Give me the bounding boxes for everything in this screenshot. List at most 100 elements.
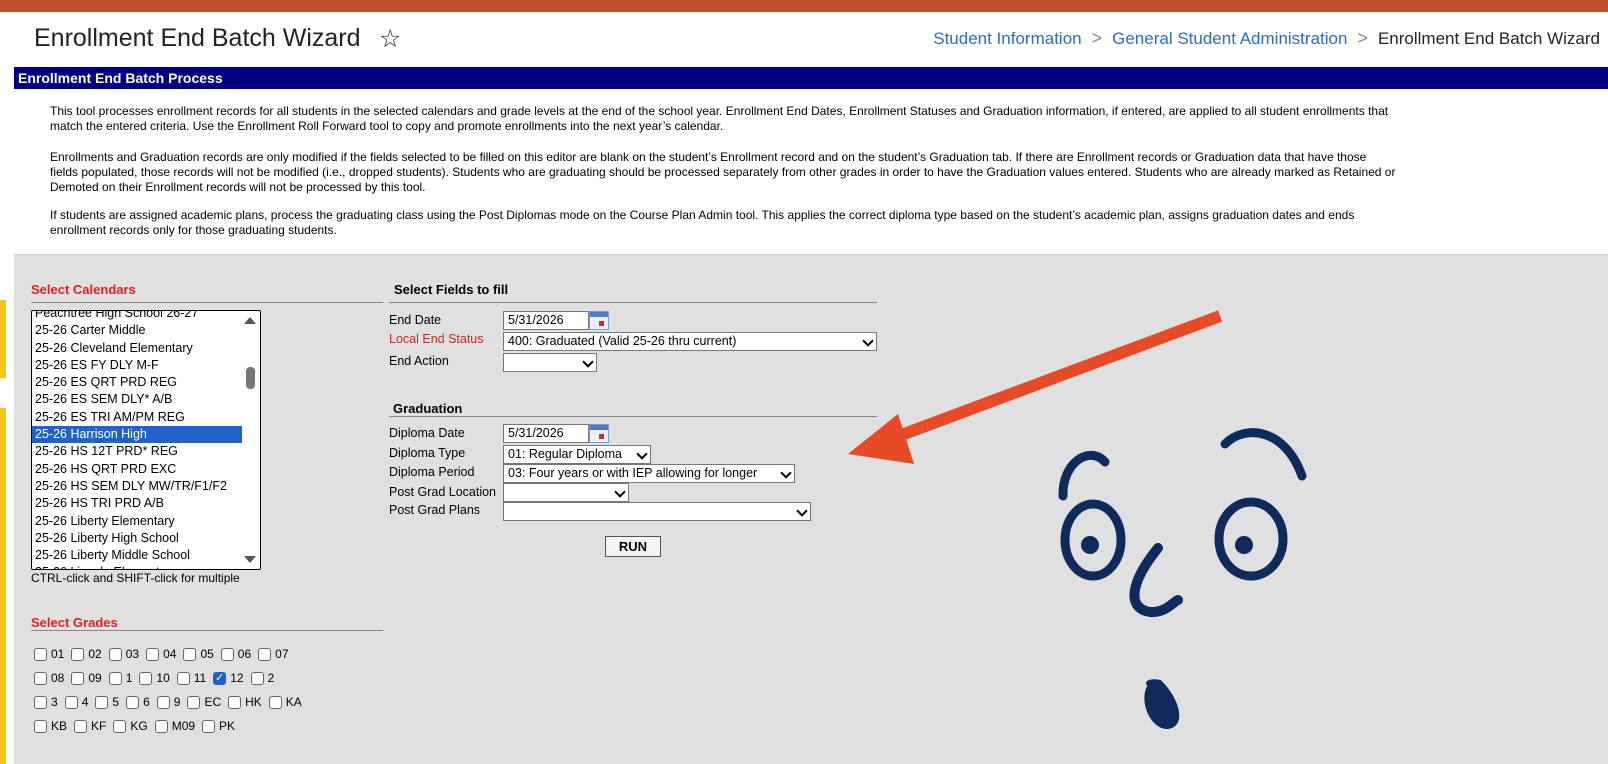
grade-checkbox[interactable] — [71, 671, 85, 685]
grade-checkbox-item[interactable]: HK — [228, 695, 262, 709]
calendar-option[interactable]: 25-26 ES SEM DLY* A/B — [32, 391, 260, 408]
grade-checkbox-item[interactable]: 2 — [250, 671, 274, 685]
grade-checkbox-item[interactable]: 08 — [34, 671, 64, 685]
grade-checkbox[interactable] — [108, 647, 122, 661]
grade-checkbox-item[interactable]: 9 — [156, 695, 181, 709]
diploma-period-select[interactable]: 03: Four years or with IEP allowing for … — [503, 464, 795, 483]
grade-checkbox[interactable] — [71, 647, 85, 661]
grade-checkbox-item[interactable]: EC — [187, 695, 221, 709]
calendar-option[interactable]: 25-26 Liberty High School — [32, 530, 260, 547]
grade-checkbox[interactable] — [268, 695, 282, 709]
calendar-picker-icon[interactable] — [589, 424, 609, 443]
diploma-type-value: 01: Regular Diploma — [508, 447, 622, 461]
breadcrumb-student-information[interactable]: Student Information — [933, 29, 1081, 49]
calendar-option[interactable]: 25-26 Lincoln Elementary — [32, 564, 260, 569]
grade-checkbox-item[interactable]: KG — [113, 719, 148, 733]
grade-checkbox-item[interactable]: KF — [74, 719, 106, 733]
grade-label: 9 — [173, 695, 181, 709]
grade-checkbox[interactable] — [258, 647, 272, 661]
grade-checkbox-item[interactable]: 01 — [34, 647, 64, 661]
grade-checkbox[interactable] — [176, 671, 190, 685]
grade-checkbox[interactable] — [146, 647, 160, 661]
top-accent-bar — [0, 0, 1608, 12]
calendar-option[interactable]: 25-26 HS QRT PRD EXC — [32, 461, 260, 478]
end-date-input[interactable]: 5/31/2026 — [503, 311, 589, 330]
grade-checkbox[interactable] — [250, 671, 264, 685]
grade-checkbox[interactable]: ✓ — [213, 671, 227, 685]
grade-checkbox[interactable] — [202, 719, 216, 733]
calendar-option[interactable]: 25-26 Carter Middle — [32, 322, 260, 339]
select-fields-label: Select Fields to fill — [394, 282, 509, 297]
calendar-option[interactable]: 25-26 ES QRT PRD REG — [32, 374, 260, 391]
grade-checkbox-item[interactable]: PK — [202, 719, 235, 733]
calendar-option[interactable]: 25-26 HS TRI PRD A/B — [32, 495, 260, 512]
grade-checkbox[interactable] — [156, 695, 170, 709]
grade-checkbox[interactable] — [34, 647, 47, 661]
scroll-up-icon[interactable] — [244, 317, 256, 324]
favorite-star-icon[interactable]: ☆ — [379, 24, 401, 54]
grade-checkbox[interactable] — [126, 695, 140, 709]
grade-checkbox-item[interactable]: 05 — [183, 647, 214, 661]
grade-checkbox-item[interactable]: 11 — [176, 671, 206, 685]
grade-label: KG — [130, 719, 148, 733]
grade-checkbox[interactable] — [220, 647, 234, 661]
calendar-option[interactable]: Peachtree High School 26-27 — [32, 311, 260, 322]
grade-checkbox[interactable] — [34, 719, 47, 733]
grade-checkbox-item[interactable]: 07 — [258, 647, 289, 661]
grade-checkbox[interactable] — [113, 719, 127, 733]
calendar-option[interactable]: 25-26 Cleveland Elementary — [32, 340, 260, 357]
chevron-down-icon — [582, 356, 594, 368]
grade-checkbox[interactable] — [183, 647, 197, 661]
scroll-thumb[interactable] — [246, 367, 255, 389]
grade-checkbox[interactable] — [64, 695, 78, 709]
calendar-listbox[interactable]: Peachtree High School 26-27 25-26 Carter … — [31, 310, 261, 570]
grade-checkbox[interactable] — [228, 695, 242, 709]
grade-checkbox-item[interactable]: 06 — [220, 647, 251, 661]
breadcrumb-general-student-administration[interactable]: General Student Administration — [1112, 29, 1347, 49]
grade-checkbox[interactable] — [74, 719, 88, 733]
grade-checkbox-item[interactable]: 3 — [34, 695, 58, 709]
grade-checkbox-item[interactable]: KB — [34, 719, 67, 733]
diploma-date-input[interactable]: 5/31/2026 — [503, 424, 589, 443]
post-grad-location-select[interactable] — [503, 483, 629, 502]
grade-checkbox[interactable] — [34, 671, 47, 685]
grade-checkbox[interactable] — [139, 671, 153, 685]
calendar-option[interactable]: 25-26 ES TRI AM/PM REG — [32, 409, 260, 426]
calendar-option[interactable]: 25-26 Liberty Elementary — [32, 513, 260, 530]
grade-checkbox-item[interactable]: 4 — [64, 695, 88, 709]
grade-checkbox-item[interactable]: 10 — [139, 671, 170, 685]
grade-checkbox-item[interactable]: KA — [268, 695, 302, 709]
select-calendars-label: Select Calendars — [31, 282, 136, 297]
grade-label: PK — [219, 719, 236, 733]
grade-checkbox-item[interactable]: 02 — [71, 647, 102, 661]
grade-checkbox-item[interactable]: 5 — [95, 695, 119, 709]
grade-checkbox-item[interactable]: 03 — [108, 647, 139, 661]
diploma-period-value: 03: Four years or with IEP allowing for … — [508, 466, 758, 480]
post-grad-plans-select[interactable] — [503, 502, 811, 521]
grade-label: 05 — [200, 647, 214, 661]
diploma-type-select[interactable]: 01: Regular Diploma — [503, 445, 651, 464]
calendar-option[interactable]: 25-26 HS 12T PRD* REG — [32, 443, 260, 460]
grade-checkbox-item[interactable]: 1 — [108, 671, 132, 685]
run-button[interactable]: RUN — [605, 536, 661, 557]
calendar-option[interactable]: 25-26 HS SEM DLY MW/TR/F1/F2 — [32, 478, 260, 495]
local-end-status-select[interactable]: 400: Graduated (Valid 25-26 thru current… — [503, 332, 877, 351]
breadcrumb-separator-icon: > — [1091, 28, 1103, 48]
grade-checkbox[interactable] — [95, 695, 109, 709]
grade-checkbox[interactable] — [108, 671, 122, 685]
calendar-scrollbar[interactable] — [242, 311, 260, 569]
calendar-option[interactable]: 25-26 Harrison High — [32, 426, 260, 444]
calendar-option[interactable]: 25-26 ES FY DLY M-F — [32, 357, 260, 374]
calendar-picker-icon[interactable] — [589, 311, 609, 330]
grade-checkbox[interactable] — [34, 695, 47, 709]
grade-checkbox-item[interactable]: 6 — [126, 695, 150, 709]
calendar-option[interactable]: 25-26 Liberty Middle School — [32, 547, 260, 564]
grade-checkbox-item[interactable]: 04 — [146, 647, 176, 661]
end-action-select[interactable] — [503, 353, 597, 372]
grade-checkbox[interactable] — [187, 695, 201, 709]
grade-checkbox-item[interactable]: 09 — [71, 671, 102, 685]
grade-checkbox-item[interactable]: M09 — [154, 719, 195, 733]
scroll-down-icon[interactable] — [244, 556, 256, 563]
grade-checkbox[interactable] — [154, 719, 168, 733]
grade-checkbox-item[interactable]: ✓ 12 — [213, 671, 244, 685]
